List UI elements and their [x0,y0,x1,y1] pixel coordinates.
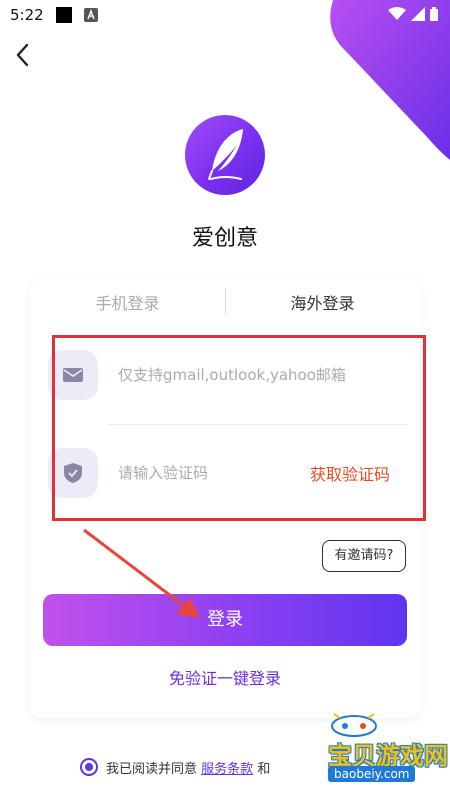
signal-icon [410,7,425,21]
status-icons [387,6,438,25]
terms-link[interactable]: 服务条款 [201,762,253,777]
tab-overseas-login[interactable]: 海外登录 [225,290,420,314]
status-time: 5:22 [10,6,44,24]
app-name: 爱创意 [191,226,258,251]
tab-phone-login[interactable]: 手机登录 [30,290,225,314]
back-arrow-icon[interactable] [8,40,38,70]
login-button[interactable]: 登录 [43,594,407,646]
feather-icon [208,129,243,180]
notification-square-icon [56,7,72,23]
notification-a-icon [84,8,98,22]
agreement-and: 和 [257,762,271,777]
agreement-prefix: 我已阅读并同意 [106,762,198,777]
invite-code-button[interactable]: 有邀请码? [322,540,406,572]
agreement-checkbox[interactable] [80,758,98,776]
watermark-url: baobeiy.com [328,766,416,782]
wifi-icon [387,7,406,20]
login-screen: 5:22 爱创意 手机登录 海外登录 仅支持gmail,outlook,yaho… [0,0,450,800]
watermark: 宝贝游戏网 baobeiy.com [308,708,448,798]
one-tap-login-link[interactable]: 免验证一键登录 [0,665,450,689]
battery-icon [430,7,438,21]
highlight-annotation-box [52,335,426,521]
agreement-text: 我已阅读并同意 服务条款 和 [106,758,270,777]
status-bar: 5:22 [0,0,450,30]
app-logo [185,115,265,195]
gamepad-mascot-icon [331,713,377,737]
